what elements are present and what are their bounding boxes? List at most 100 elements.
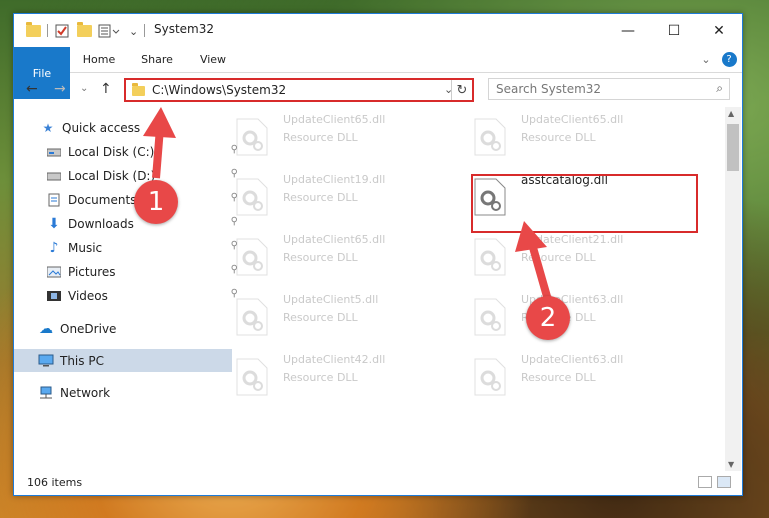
refresh-button[interactable]: ↻: [451, 80, 472, 100]
scroll-down-icon[interactable]: ▼: [728, 460, 734, 469]
drive-icon: [46, 145, 62, 159]
file-item[interactable]: UpdateClient65.dll Resource DLL: [211, 107, 431, 159]
sidebar-item-this-pc[interactable]: This PC: [14, 349, 232, 372]
file-name: UpdateClient65.dll: [521, 113, 624, 126]
large-icons-view-icon[interactable]: [717, 476, 731, 488]
minimize-button[interactable]: —: [605, 14, 651, 47]
scroll-up-icon[interactable]: ▲: [728, 109, 734, 118]
folder-icon: [132, 83, 145, 96]
file-name: UpdateClient65.dll: [283, 233, 386, 246]
file-type: Resource DLL: [521, 251, 596, 264]
file-name: UpdateClient63.dll: [521, 353, 624, 366]
dll-file-icon: [236, 178, 268, 216]
window-title: System32: [154, 22, 215, 36]
file-name: UpdateClient5.dll: [283, 293, 379, 306]
file-item[interactable]: UpdateClient19.dll Resource DLL: [211, 167, 431, 219]
dll-file-icon: [474, 238, 506, 276]
vertical-scrollbar[interactable]: ▲ ▼: [725, 107, 741, 471]
dll-file-icon: [474, 118, 506, 156]
sidebar-item-label: Downloads: [68, 216, 134, 231]
file-type: Resource DLL: [283, 191, 358, 204]
dll-file-icon: [236, 298, 268, 336]
file-list: UpdateClient65.dll Resource DLL UpdateCl…: [211, 107, 725, 471]
file-highlight-box: [471, 174, 698, 233]
new-folder-icon[interactable]: [77, 22, 92, 39]
sidebar-item-label: Videos: [68, 288, 108, 303]
file-type: Resource DLL: [283, 131, 358, 144]
dll-file-icon: [474, 358, 506, 396]
title-bar: ⌄ System32 — ☐ ✕: [14, 14, 742, 47]
help-glyph: ?: [721, 52, 737, 67]
sidebar-item-local-disk-d[interactable]: Local Disk (D:) ⚲: [14, 164, 240, 187]
sidebar-item-network[interactable]: Network: [14, 381, 232, 404]
search-placeholder: Search System32: [496, 82, 602, 96]
sidebar-item-documents[interactable]: Documents ⚲: [14, 188, 240, 211]
navigation-pane: ★ Quick access Local Disk (C:) ⚲ Local D…: [14, 107, 238, 471]
sidebar-item-local-disk-c[interactable]: Local Disk (C:) ⚲: [14, 140, 240, 163]
divider: [144, 24, 145, 37]
sidebar-item-label: Local Disk (D:): [68, 168, 156, 183]
file-item[interactable]: UpdateClient65.dll Resource DLL: [449, 107, 669, 159]
search-icon: ⌕: [716, 81, 723, 95]
sidebar-item-label: Pictures: [68, 264, 116, 279]
sidebar-item-label: OneDrive: [60, 321, 117, 336]
file-name: UpdateClient42.dll: [283, 353, 386, 366]
tab-home[interactable]: Home: [74, 47, 124, 72]
sidebar-item-videos[interactable]: Videos ⚲: [14, 284, 240, 307]
close-button[interactable]: ✕: [696, 14, 742, 47]
sidebar-item-label: Documents: [68, 192, 137, 207]
file-item[interactable]: UpdateClient21.dll Resource DLL: [449, 227, 669, 279]
file-item[interactable]: UpdateClient65.dll Resource DLL: [211, 227, 431, 279]
divider: [47, 24, 48, 37]
ribbon: File Home Share View ⌄ ?: [14, 47, 742, 99]
file-explorer-window: ⌄ System32 — ☐ ✕ File Home Share View ⌄ …: [13, 13, 743, 496]
file-type: Resource DLL: [283, 251, 358, 264]
details-view-icon[interactable]: [698, 476, 712, 488]
folder-icon: [26, 22, 41, 39]
sidebar-item-onedrive[interactable]: ☁ OneDrive: [14, 317, 232, 340]
address-path: C:\Windows\System32: [152, 83, 287, 97]
sidebar-item-label: Local Disk (C:): [68, 144, 155, 159]
maximize-button[interactable]: ☐: [651, 14, 697, 47]
item-count: 106 items: [27, 476, 83, 489]
dll-file-icon: [236, 118, 268, 156]
address-row: ← → ⌄ ↑ C:\Windows\System32 ⌄ ↻ Search S…: [14, 73, 742, 107]
recent-locations-button[interactable]: ⌄: [80, 83, 88, 94]
downloads-icon: ⬇: [48, 215, 60, 232]
search-input[interactable]: Search System32 ⌕: [488, 78, 730, 100]
file-item[interactable]: UpdateClient42.dll Resource DLL: [211, 347, 431, 399]
properties-icon[interactable]: [55, 23, 69, 39]
sidebar-item-label: This PC: [60, 353, 104, 368]
pictures-icon: [46, 265, 62, 279]
help-icon[interactable]: ?: [721, 47, 737, 72]
tab-share[interactable]: Share: [132, 47, 182, 72]
sidebar-item-music[interactable]: ♪ Music ⚲: [14, 236, 240, 259]
videos-icon: [46, 289, 62, 303]
tab-view[interactable]: View: [188, 47, 238, 72]
expand-ribbon-icon[interactable]: ⌄: [698, 47, 714, 72]
drive-icon: [46, 169, 62, 183]
sidebar-item-pictures[interactable]: Pictures ⚲: [14, 260, 240, 283]
file-name: UpdateClient21.dll: [521, 233, 624, 246]
address-bar[interactable]: C:\Windows\System32 ⌄ ↻: [124, 78, 474, 102]
cloud-icon: ☁: [39, 320, 53, 337]
customize-quick-access-icon[interactable]: ⌄: [129, 23, 138, 39]
dll-file-icon: [474, 298, 506, 336]
layout-icon[interactable]: [98, 23, 120, 39]
scroll-thumb[interactable]: [727, 124, 739, 171]
step-1-badge: 1: [134, 180, 178, 224]
sidebar-item-label: Quick access: [62, 120, 141, 135]
star-icon: ★: [42, 120, 54, 135]
file-item[interactable]: UpdateClient63.dll Resource DLL: [449, 347, 669, 399]
file-type: Resource DLL: [521, 131, 596, 144]
step-2-badge: 2: [526, 296, 570, 340]
sidebar-item-downloads[interactable]: ⬇ Downloads ⚲: [14, 212, 240, 235]
file-item[interactable]: UpdateClient5.dll Resource DLL: [211, 287, 431, 339]
file-type: Resource DLL: [283, 371, 358, 384]
dll-file-icon: [236, 358, 268, 396]
back-button[interactable]: ←: [26, 81, 38, 97]
up-button[interactable]: ↑: [100, 81, 112, 97]
status-bar: 106 items: [14, 471, 742, 495]
forward-button[interactable]: →: [54, 81, 66, 97]
sidebar-item-quick-access[interactable]: ★ Quick access: [14, 116, 234, 139]
